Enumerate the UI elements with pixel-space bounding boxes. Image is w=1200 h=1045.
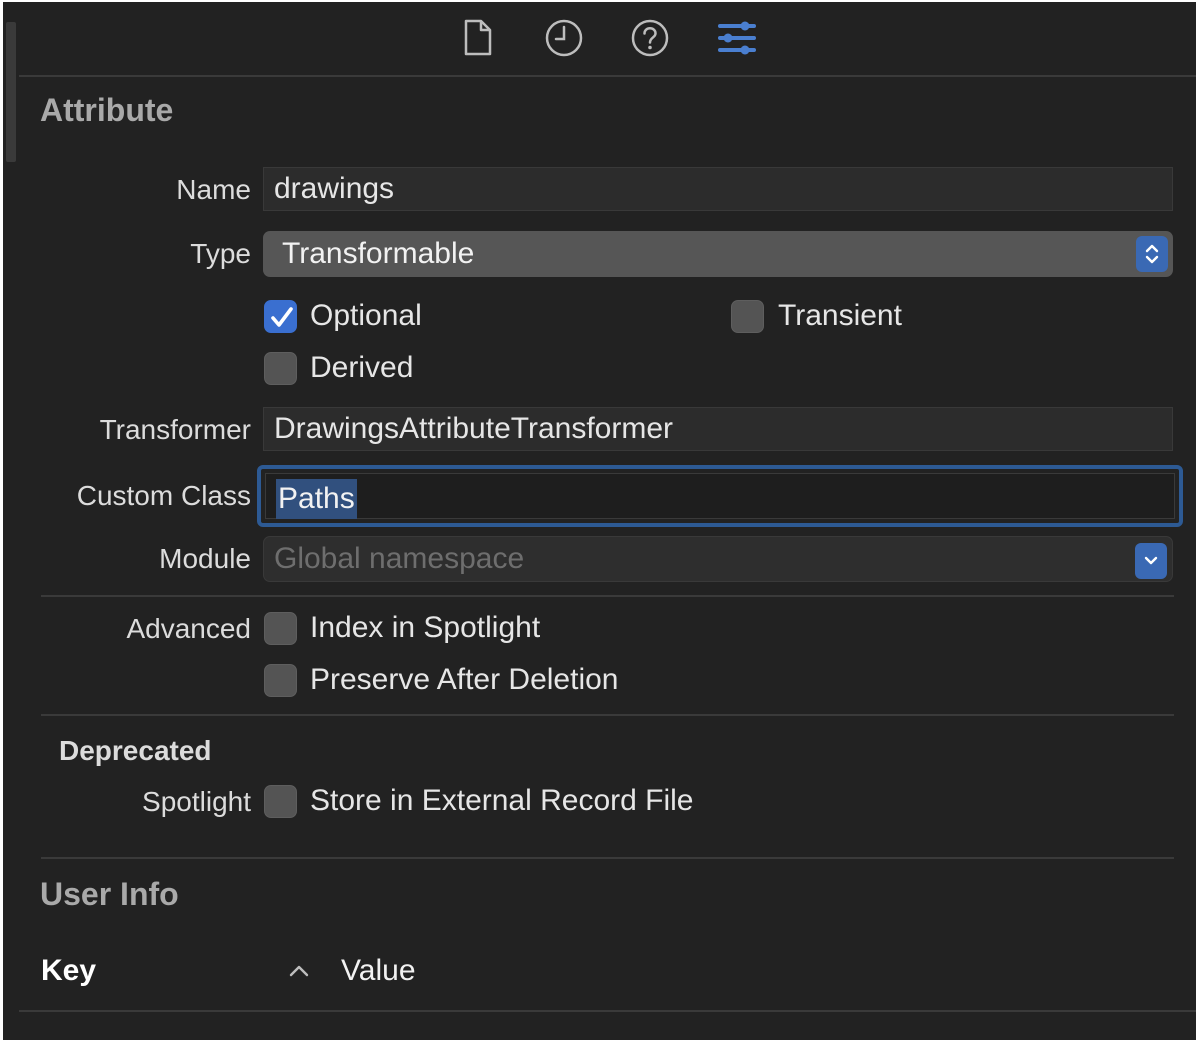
chevron-up-icon[interactable] xyxy=(288,964,310,983)
divider xyxy=(41,857,1174,859)
spotlight-label: Spotlight xyxy=(142,786,251,817)
module-popup[interactable]: Global namespace xyxy=(263,536,1173,582)
attribute-section-title: Attribute xyxy=(40,92,174,128)
table-divider xyxy=(19,1010,1196,1012)
transient-label: Transient xyxy=(778,299,902,332)
chevron-down-icon xyxy=(1135,543,1167,579)
help-inspector-icon[interactable] xyxy=(628,16,672,60)
divider xyxy=(41,595,1174,597)
external-record-checkbox[interactable] xyxy=(264,785,297,818)
up-down-chevron-icon xyxy=(1136,236,1168,272)
inspector-toolbar xyxy=(3,2,1196,76)
custom-class-field[interactable]: Paths xyxy=(257,465,1183,527)
history-inspector-icon[interactable] xyxy=(542,16,586,60)
custom-class-label: Custom Class xyxy=(76,480,251,511)
toolbar-divider xyxy=(19,75,1196,77)
user-info-section-title: User Info xyxy=(40,876,179,912)
value-column-header[interactable]: Value xyxy=(341,954,416,988)
checkmark-icon xyxy=(271,307,293,327)
module-label: Module xyxy=(159,543,251,574)
transformer-field[interactable]: DrawingsAttributeTransformer xyxy=(263,407,1173,451)
index-spotlight-label: Index in Spotlight xyxy=(310,611,541,644)
external-record-label: Store in External Record File xyxy=(310,784,694,817)
deprecated-heading: Deprecated xyxy=(59,735,212,766)
custom-class-input-area[interactable]: Paths xyxy=(265,473,1175,519)
preserve-after-deletion-label: Preserve After Deletion xyxy=(310,663,619,696)
name-label: Name xyxy=(176,174,251,205)
optional-label: Optional xyxy=(310,299,422,332)
optional-checkbox[interactable] xyxy=(264,300,297,333)
transient-checkbox[interactable] xyxy=(731,300,764,333)
index-spotlight-checkbox[interactable] xyxy=(264,612,297,645)
advanced-label: Advanced xyxy=(126,613,251,644)
divider xyxy=(41,714,1174,716)
name-field[interactable]: drawings xyxy=(263,167,1173,211)
key-column-header[interactable]: Key xyxy=(41,954,96,988)
preserve-after-deletion-checkbox[interactable] xyxy=(264,664,297,697)
derived-label: Derived xyxy=(310,351,414,384)
module-placeholder: Global namespace xyxy=(274,542,525,575)
attributes-inspector-icon[interactable] xyxy=(715,16,759,60)
type-popup-value: Transformable xyxy=(282,237,475,270)
type-popup[interactable]: Transformable xyxy=(263,231,1173,277)
transformer-label: Transformer xyxy=(99,414,251,445)
type-label: Type xyxy=(190,238,251,269)
file-inspector-icon[interactable] xyxy=(456,16,500,60)
inspector-panel: Attribute Name drawings Type Transformab… xyxy=(3,2,1196,1040)
derived-checkbox[interactable] xyxy=(264,352,297,385)
custom-class-selected-text[interactable]: Paths xyxy=(276,479,357,519)
